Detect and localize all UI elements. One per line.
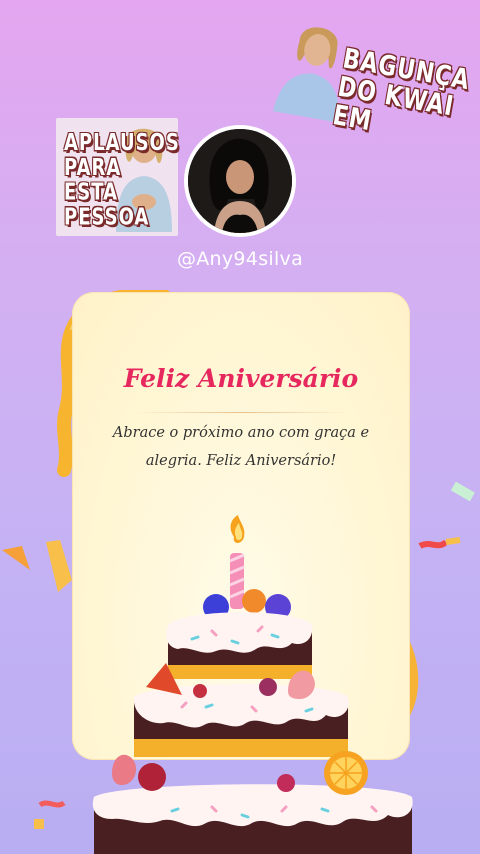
confetti-bottom-left (34, 800, 66, 829)
kwai-sticker: BAGUNÇA DO KWAI EM (265, 6, 472, 173)
username[interactable]: @Any94silva (0, 248, 480, 270)
card-message: Abrace o próximo ano com graça e alegria… (112, 425, 370, 469)
applause-sticker-text: APLAUSOS PARA ESTA PESSOA (64, 129, 180, 231)
confetti-right (418, 481, 475, 549)
person-photo-icon (188, 129, 292, 233)
avatar-photo (188, 129, 292, 233)
birthday-cake-icon (92, 515, 413, 854)
confetti (2, 540, 72, 592)
kwai-sticker-text: BAGUNÇA DO KWAI EM (330, 43, 473, 138)
profile-avatar[interactable] (184, 125, 296, 237)
title-divider (134, 412, 348, 413)
card-title: Feliz Aniversário (123, 364, 359, 393)
applause-sticker: APLAUSOS PARA ESTA PESSOA (56, 118, 180, 236)
